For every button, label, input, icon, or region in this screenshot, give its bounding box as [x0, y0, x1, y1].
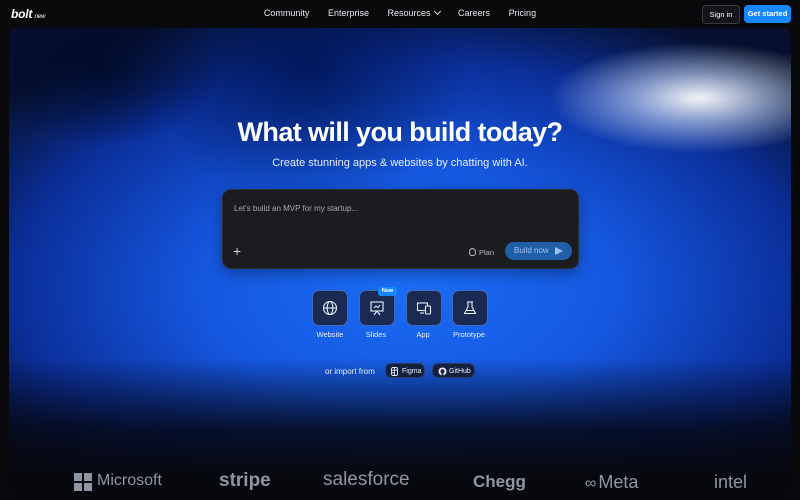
logo-microsoft: Microsoft — [97, 472, 162, 489]
import-github-button[interactable]: GitHub — [432, 363, 475, 378]
get-started-button[interactable]: Get started — [744, 5, 791, 23]
devices-icon — [416, 302, 432, 315]
add-attachment-icon[interactable]: + — [233, 244, 241, 258]
microsoft-logo-icon — [74, 473, 92, 491]
send-arrow-icon — [555, 247, 563, 255]
nav-link-community[interactable]: Community — [264, 8, 310, 18]
globe-icon — [322, 300, 338, 316]
mode-prototype-label: Prototype — [452, 330, 486, 339]
top-nav: bolt.new Community Enterprise Resources … — [0, 0, 800, 28]
logo-salesforce: salesforce — [323, 469, 410, 490]
nav-link-resources[interactable]: Resources — [387, 7, 441, 18]
prompt-input[interactable] — [234, 199, 554, 217]
nav-link-careers[interactable]: Careers — [458, 8, 490, 18]
build-now-button[interactable]: Build now — [505, 242, 572, 260]
mode-website-button[interactable] — [312, 290, 348, 326]
new-badge: New — [378, 287, 397, 296]
hero-subtitle: Create stunning apps & websites by chatt… — [272, 157, 528, 169]
github-icon — [438, 367, 447, 376]
figma-icon — [391, 367, 398, 376]
customer-logos: Microsoft stripe salesforce Chegg ∞ Meta … — [0, 468, 800, 500]
chevron-down-icon — [433, 7, 441, 16]
sign-in-button[interactable]: Sign in — [702, 5, 740, 24]
nav-links: Community Enterprise Resources Careers P… — [0, 7, 800, 18]
flask-icon — [463, 301, 477, 315]
hero-title: What will you build today? — [237, 117, 563, 147]
import-label: or import from — [325, 367, 375, 376]
logo-meta: ∞ Meta — [585, 472, 639, 492]
plan-button[interactable]: Plan — [469, 247, 494, 257]
nav-link-pricing[interactable]: Pricing — [509, 8, 537, 18]
lightbulb-icon — [469, 248, 476, 256]
import-figma-button[interactable]: Figma — [385, 363, 425, 378]
prompt-box: + Plan Build now — [222, 189, 579, 269]
presentation-icon — [370, 301, 384, 316]
meta-infinity-icon: ∞ — [585, 475, 597, 492]
logo-stripe: stripe — [219, 470, 271, 491]
mode-prototype-button[interactable] — [452, 290, 488, 326]
mode-app-button[interactable] — [406, 290, 442, 326]
logo-chegg: Chegg — [473, 472, 526, 491]
logo-intel: intel — [714, 472, 748, 492]
nav-link-enterprise[interactable]: Enterprise — [328, 8, 369, 18]
